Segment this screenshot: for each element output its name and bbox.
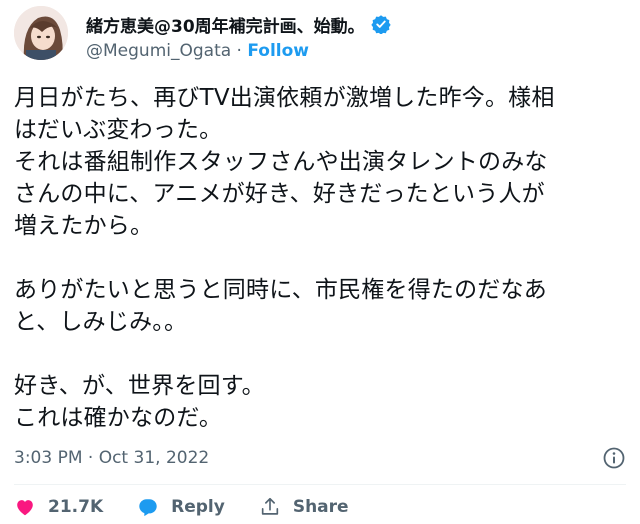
share-icon <box>261 497 278 515</box>
handle-separator: · <box>231 41 248 61</box>
handle[interactable]: @Megumi_Ogata <box>86 41 231 61</box>
heart-icon <box>17 500 33 516</box>
reply-label: Reply <box>171 497 225 517</box>
share-label: Share <box>292 497 349 517</box>
tweet-line: 月日がたち、再びTV出演依頼が激増した昨今。様相 <box>14 85 555 111</box>
verified-badge-icon <box>371 15 391 34</box>
tweet-line: と、しみじみ。。 <box>14 309 188 335</box>
divider <box>14 484 626 485</box>
tweet-line: 好き、が、世界を回す。 <box>14 373 265 399</box>
avatar-illustration <box>14 6 68 60</box>
info-icon[interactable] <box>602 446 626 470</box>
timestamp[interactable]: 3:03 PM · Oct 31, 2022 <box>14 448 209 468</box>
handle-row: @Megumi_Ogata · Follow <box>86 40 309 62</box>
tweet-line: 増えたから。 <box>14 213 154 239</box>
reply-button[interactable]: Reply <box>137 496 225 518</box>
name-row: 緒方恵美@30周年補完計画、始動。 <box>86 12 391 37</box>
display-name[interactable]: 緒方恵美@30周年補完計画、始動。 <box>86 12 365 37</box>
share-button[interactable]: Share <box>259 496 349 518</box>
tweet-header: 緒方恵美@30周年補完計画、始動。 @Megumi_Ogata · Follow <box>14 6 626 66</box>
tweet-line: それは番組制作スタッフさんや出演タレントのみな <box>14 149 548 175</box>
tweet-line: ありがたいと思うと同時に、市民権を得たのだなあ <box>14 277 547 303</box>
avatar[interactable] <box>14 6 68 60</box>
like-button[interactable]: 21.7K <box>14 496 103 518</box>
tweet-text: 月日がたち、再びTV出演依頼が激増した昨今。様相 はだいぶ変わった。 それは番組… <box>14 82 626 434</box>
action-bar: 21.7K Reply Share <box>14 492 383 522</box>
tweet-line: はだいぶ変わった。 <box>14 117 223 143</box>
reply-bubble-icon <box>139 499 157 517</box>
like-count: 21.7K <box>48 497 104 517</box>
tweet-line: これは確かなのだ。 <box>14 405 223 431</box>
tweet-line: さんの中に、アニメが好き、好きだったという人が <box>14 181 545 207</box>
follow-button[interactable]: Follow <box>247 41 309 61</box>
tweet-meta: 3:03 PM · Oct 31, 2022 <box>14 444 626 472</box>
